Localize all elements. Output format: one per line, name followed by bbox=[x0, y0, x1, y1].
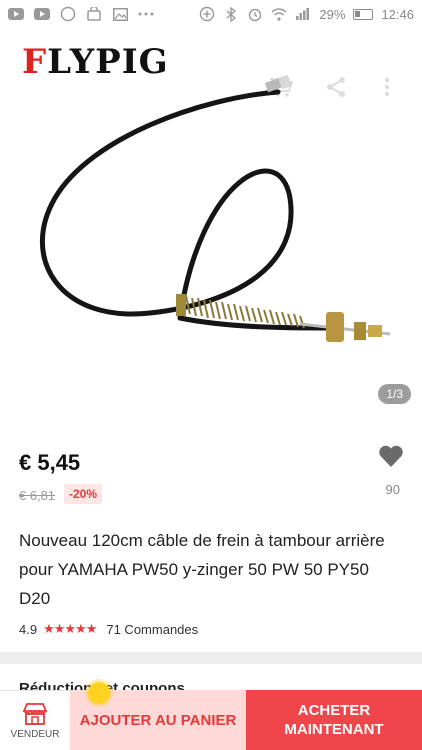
status-bar: 29% 12:46 bbox=[0, 0, 422, 28]
buy-now-label: ACHETER MAINTENANT bbox=[284, 702, 384, 738]
heart-icon bbox=[379, 445, 403, 467]
notification-icons bbox=[8, 6, 154, 22]
wishlist-count: 90 bbox=[385, 482, 400, 497]
store-icon bbox=[22, 702, 48, 725]
product-image bbox=[39, 75, 391, 342]
battery-icon bbox=[353, 8, 374, 20]
product-title: Nouveau 120cm câble de frein à tambour a… bbox=[19, 531, 385, 608]
image-icon bbox=[112, 7, 128, 21]
shopping-bag-icon bbox=[86, 7, 102, 21]
rating-row[interactable]: 4.9 ★★★★★ 71 Commandes bbox=[19, 621, 198, 637]
current-price: € 5,45 bbox=[19, 450, 81, 475]
battery-percent: 29% bbox=[319, 6, 346, 22]
alarm-icon bbox=[247, 7, 263, 22]
youtube-icon bbox=[8, 7, 24, 21]
bluetooth-icon bbox=[223, 6, 239, 22]
add-to-cart-button[interactable]: AJOUTER AU PANIER bbox=[70, 682, 246, 750]
badge-icon bbox=[60, 6, 76, 22]
wifi-icon bbox=[271, 7, 287, 21]
orders-count: 71 Commandes bbox=[106, 621, 199, 637]
youtube-icon-2 bbox=[34, 7, 50, 21]
add-to-cart-label: AJOUTER AU PANIER bbox=[79, 711, 237, 729]
system-icons: 29% 12:46 bbox=[199, 6, 414, 22]
vendor-label: VENDEUR bbox=[10, 728, 60, 740]
add-circle-icon bbox=[199, 6, 215, 22]
image-counter: 1/3 bbox=[378, 384, 411, 404]
wishlist-button[interactable] bbox=[376, 444, 406, 473]
vendor-button[interactable]: VENDEUR bbox=[0, 690, 70, 750]
product-gallery[interactable]: FLYPIG 1/3 bbox=[0, 28, 422, 422]
original-price: € 6,81 bbox=[19, 488, 56, 503]
buy-now-button[interactable]: ACHETER MAINTENANT bbox=[246, 690, 422, 750]
rating-value: 4.9 bbox=[19, 621, 38, 637]
discount-badge: -20% bbox=[64, 484, 103, 504]
section-divider bbox=[0, 652, 422, 664]
more-dots-icon bbox=[138, 7, 154, 21]
rating-stars: ★★★★★ bbox=[43, 621, 97, 636]
product-info: € 5,45 € 6,81 -20% 90 Nouveau 120cm câbl… bbox=[0, 422, 422, 637]
clock: 12:46 bbox=[381, 6, 414, 22]
signal-icon bbox=[295, 7, 311, 21]
bottom-action-bar: VENDEUR AJOUTER AU PANIER ACHETER MAINTE… bbox=[0, 682, 422, 750]
touch-indicator-icon bbox=[88, 682, 110, 704]
